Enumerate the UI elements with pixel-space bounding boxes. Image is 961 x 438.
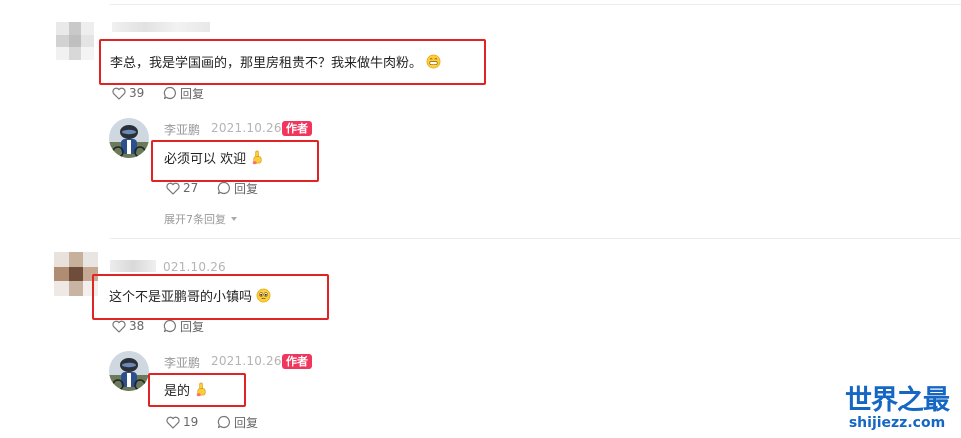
caret-down-icon [231,217,237,221]
reply-date: 2021.10.26 [211,121,282,135]
expand-replies-button[interactable]: 展开7条回复 [164,211,239,227]
speech-bubble-icon [217,181,230,195]
author-avatar[interactable] [109,351,149,391]
watermark-url: shijiezz.com [848,415,946,431]
reply-button[interactable]: 回复 [163,86,205,101]
watermark: 世界之最 shijiezz.com [836,378,958,431]
like-count: 19 [183,415,199,429]
reply-text: 是的 [164,380,209,399]
avatar[interactable] [56,22,94,60]
reply-label: 回复 [180,319,205,334]
author-avatar[interactable] [109,118,149,158]
reply-button[interactable]: 回复 [217,415,259,430]
reply-label: 回复 [180,86,205,101]
comment-1: 李总，我是学国画的，那里房租贵不？我来做牛肉粉。 39 回复 李亚鹏 2021.… [0,0,961,230]
heart-outline-icon [166,182,180,195]
reply-button[interactable]: 回复 [163,319,205,334]
speech-bubble-icon [163,319,176,333]
heart-outline-icon [112,320,126,333]
heart-outline-icon [112,87,126,100]
username-blurred [112,22,210,32]
reply-label: 回复 [234,415,259,430]
author-badge: 作者 [282,121,312,136]
comment-text: 这个不是亚鹏哥的小镇吗 [109,286,271,305]
like-button[interactable]: 38 [112,319,144,333]
like-count: 27 [183,181,199,195]
pleading-face-emoji-icon [256,288,271,303]
comment-divider [110,238,961,239]
author-username[interactable]: 李亚鹏 [164,354,200,371]
reply-label: 回复 [234,181,259,196]
grinning-emoji-icon [426,54,441,69]
cyclist-avatar-icon [109,351,149,391]
speech-bubble-icon [217,415,230,429]
reply-date: 2021.10.26 [211,354,282,368]
author-badge: 作者 [282,354,312,369]
watermark-title: 世界之最 [845,385,950,416]
like-button[interactable]: 39 [112,86,144,100]
like-button[interactable]: 19 [166,415,198,429]
speech-bubble-icon [163,86,176,100]
pointing-hand-emoji-icon [252,150,262,165]
reply-button[interactable]: 回复 [217,181,259,196]
reply-text: 必须可以 欢迎 [164,148,265,167]
like-count: 39 [129,86,145,100]
like-button[interactable]: 27 [166,181,198,195]
heart-outline-icon [166,416,180,429]
comment-date: 021.10.26 [163,260,226,274]
comment-2: 021.10.26 这个不是亚鹏哥的小镇吗 38 回复 李亚鹏 2021.10.… [0,240,961,438]
username-blurred [110,260,156,272]
like-count: 38 [129,319,145,333]
cyclist-avatar-icon [109,118,149,158]
author-username[interactable]: 李亚鹏 [164,121,200,138]
pointing-hand-emoji-icon [196,382,206,397]
expand-label: 展开7条回复 [164,213,226,226]
comment-text: 李总，我是学国画的，那里房租贵不？我来做牛肉粉。 [110,52,441,71]
